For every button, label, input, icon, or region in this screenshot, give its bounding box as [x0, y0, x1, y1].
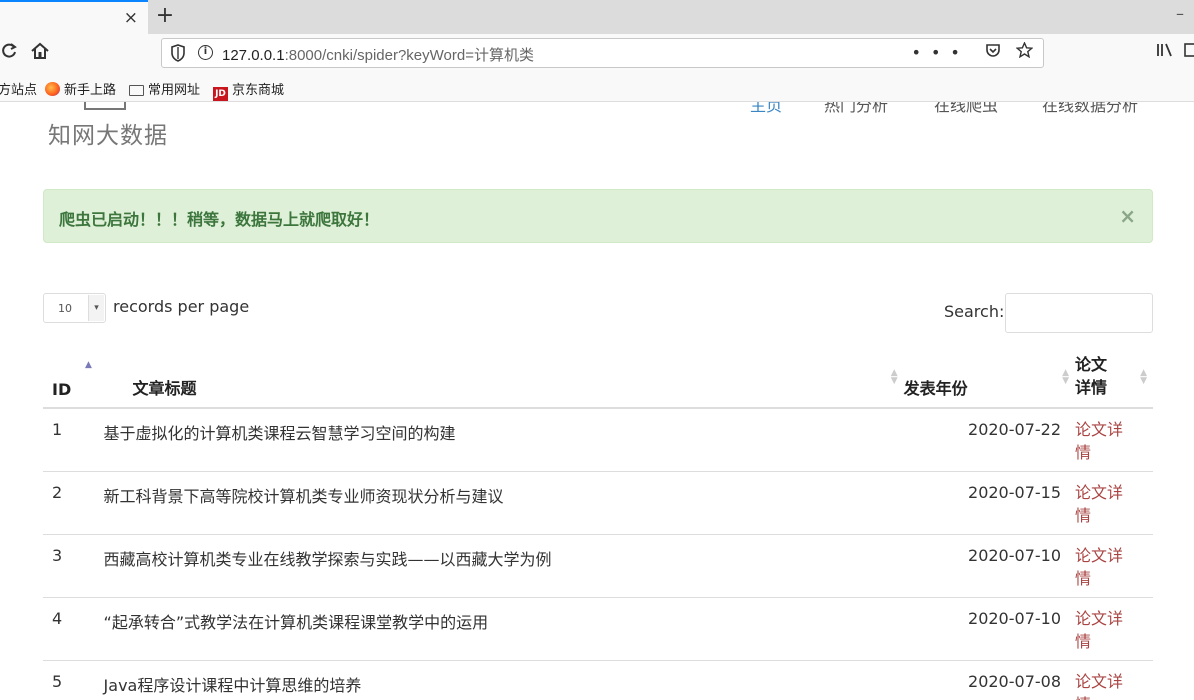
alert-message: 爬虫已启动！！！稍等，数据马上就爬取好！: [59, 210, 380, 229]
row-id: 1: [43, 408, 103, 472]
page-actions[interactable]: •••: [912, 41, 1034, 62]
bookmarks-toolbar: 方站点 新手上路 常用网址 JD 京东商城: [0, 72, 1194, 102]
table-row: 2 新工科背景下高等院校计算机类专业师资现状分析与建议 2020-07-15 论…: [43, 471, 1153, 535]
folder-icon: [129, 85, 144, 96]
paper-detail-link[interactable]: 论文详情: [1075, 670, 1127, 700]
paper-detail-link[interactable]: 论文详情: [1075, 418, 1127, 464]
sort-icon: ▲ ▼: [890, 368, 898, 386]
paper-detail-link[interactable]: 论文详情: [1075, 481, 1127, 527]
close-icon[interactable]: ×: [1119, 204, 1136, 228]
table-row: 3 西藏高校计算机类专业在线教学探索与实践——以西藏大学为例 2020-07-1…: [43, 534, 1153, 598]
column-header-detail[interactable]: 论文 详情 ▲ ▼: [1075, 350, 1153, 409]
sort-icon: ▲ ▼: [1140, 368, 1147, 386]
url-host: 127.0.0.1: [222, 47, 285, 64]
bookmark-item[interactable]: 新手上路: [45, 79, 116, 98]
pocket-icon[interactable]: [985, 43, 1016, 62]
row-date: 2020-07-08: [903, 660, 1075, 700]
close-tab-icon[interactable]: ×: [124, 8, 138, 28]
bookmark-star-icon[interactable]: [1015, 41, 1034, 62]
row-title: 基于虚拟化的计算机类课程云智慧学习空间的构建: [102, 408, 904, 472]
row-detail-cell: 论文详情: [1075, 597, 1153, 661]
column-header-title[interactable]: 文章标题 ▲ ▼: [102, 350, 904, 409]
bookmark-item[interactable]: 常用网址: [129, 79, 200, 98]
site-title[interactable]: 知网大数据: [48, 116, 168, 150]
table-row: 4 “起承转合”式教学法在计算机类课程课堂教学中的运用 2020-07-10 论…: [43, 597, 1153, 661]
url-path: :8000/cnki/spider?keyWord=计算机类: [284, 47, 534, 64]
reload-icon[interactable]: [0, 42, 18, 65]
row-detail-cell: 论文详情: [1075, 471, 1153, 535]
nav-home[interactable]: 主页: [750, 102, 782, 116]
row-date: 2020-07-10: [903, 597, 1075, 661]
sort-ascending-icon: ▲: [85, 360, 92, 370]
navigation-bar: i 127.0.0.1:8000/cnki/spider?keyWord=计算机…: [0, 34, 1194, 72]
sort-icon: ▲ ▼: [1062, 368, 1069, 386]
tracking-shield-icon[interactable]: [170, 44, 186, 62]
tab-strip: × + –: [0, 0, 1194, 34]
url-text[interactable]: 127.0.0.1:8000/cnki/spider?keyWord=计算机类: [222, 44, 534, 65]
row-date: 2020-07-22: [903, 408, 1075, 472]
chevron-down-icon[interactable]: ▾: [88, 295, 104, 321]
page-length-label: records per page: [113, 297, 250, 316]
nav-online-analysis[interactable]: 在线数据分析: [1042, 102, 1138, 116]
library-icon[interactable]: [1156, 42, 1174, 62]
address-bar[interactable]: i 127.0.0.1:8000/cnki/spider?keyWord=计算机…: [161, 38, 1044, 68]
more-actions-icon[interactable]: •••: [912, 43, 970, 62]
browser-tab[interactable]: ×: [0, 0, 148, 34]
row-date: 2020-07-10: [903, 534, 1075, 598]
sidebar-icon[interactable]: [1184, 42, 1194, 62]
row-detail-cell: 论文详情: [1075, 408, 1153, 472]
paper-detail-link[interactable]: 论文详情: [1075, 607, 1127, 653]
page-length-select[interactable]: 10 ▾: [43, 293, 106, 323]
row-id: 3: [43, 534, 103, 598]
logo-icon: [84, 102, 126, 110]
row-id: 5: [43, 660, 103, 700]
row-title: Java程序设计课程中计算思维的培养: [102, 660, 904, 700]
column-header-year[interactable]: 发表年份 ▲ ▼: [903, 350, 1075, 409]
row-title: 新工科背景下高等院校计算机类专业师资现状分析与建议: [102, 471, 904, 535]
nav-online-spider[interactable]: 在线爬虫: [934, 102, 998, 116]
row-detail-cell: 论文详情: [1075, 660, 1153, 700]
minimize-window-icon[interactable]: –: [1176, 4, 1184, 23]
success-alert: 爬虫已启动！！！稍等，数据马上就爬取好！ ×: [43, 189, 1153, 243]
row-title: “起承转合”式教学法在计算机类课程课堂教学中的运用: [102, 597, 904, 661]
search-input[interactable]: [1005, 293, 1153, 333]
column-header-id[interactable]: ID ▲: [43, 350, 103, 409]
row-title: 西藏高校计算机类专业在线教学探索与实践——以西藏大学为例: [102, 534, 904, 598]
page-length-value: 10: [58, 302, 72, 315]
site-info-icon[interactable]: i: [198, 45, 213, 60]
bookmark-item[interactable]: 方站点: [0, 79, 37, 98]
new-tab-button[interactable]: +: [152, 2, 178, 30]
papers-table: ID ▲ 文章标题 ▲ ▼ 发表年份 ▲ ▼ 论文 详情 ▲ ▼ 1 基于虚拟化…: [43, 350, 1153, 700]
table-header-row: ID ▲ 文章标题 ▲ ▼ 发表年份 ▲ ▼ 论文 详情 ▲ ▼: [43, 350, 1153, 409]
row-detail-cell: 论文详情: [1075, 534, 1153, 598]
search-label: Search:: [944, 302, 1005, 321]
row-id: 2: [43, 471, 103, 535]
jd-icon: JD: [213, 87, 228, 101]
table-row: 1 基于虚拟化的计算机类课程云智慧学习空间的构建 2020-07-22 论文详情: [43, 408, 1153, 472]
web-page: 知网大数据 主页 热门分析 在线爬虫 在线数据分析 爬虫已启动！！！稍等，数据马…: [0, 102, 1194, 700]
row-date: 2020-07-15: [903, 471, 1075, 535]
nav-hot-analysis[interactable]: 热门分析: [824, 102, 888, 116]
table-row: 5 Java程序设计课程中计算思维的培养 2020-07-08 论文详情: [43, 660, 1153, 700]
paper-detail-link[interactable]: 论文详情: [1075, 544, 1127, 590]
row-id: 4: [43, 597, 103, 661]
bookmark-item[interactable]: JD 京东商城: [213, 79, 284, 101]
home-icon[interactable]: [30, 42, 50, 65]
firefox-icon: [45, 82, 60, 96]
